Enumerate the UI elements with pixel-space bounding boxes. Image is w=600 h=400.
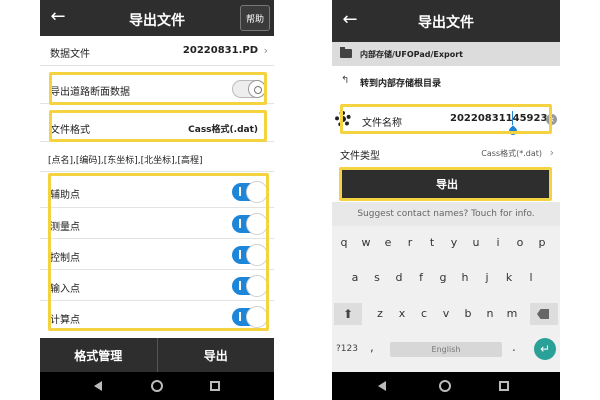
file-name-row: 文件名称 20220831145923 × [332,105,560,137]
key[interactable]: g [434,267,452,289]
path-text: 内部存储/UFOPad/Export [360,50,463,59]
enter-icon[interactable]: ↵ [534,338,556,360]
point-type-row: 辅助点 [40,176,274,208]
chevron-right-icon: › [263,44,268,57]
key[interactable]: r [401,232,419,254]
field-order-text: [点名],[编码],[东坐标],[北坐标],[高程] [48,156,203,166]
point-type-row: 控制点 [40,239,274,270]
nav-recent-icon[interactable] [499,381,509,391]
file-type-label: 文件类型 [340,151,380,162]
bottom-action-bar: 格式管理 导出 [40,338,274,372]
key[interactable]: s [368,267,386,289]
export-button[interactable]: 导出 [158,338,275,372]
nav-recent-icon[interactable] [210,381,220,391]
key[interactable]: y [445,232,463,254]
point-type-toggle[interactable] [232,306,268,328]
right-phone-screen: ← 导出文件 内部存储/UFOPad/Export ↰ 转到内部存储根目录 文件… [332,0,560,400]
data-file-label: 数据文件 [50,49,90,60]
key[interactable]: f [412,267,430,289]
file-format-row[interactable]: 文件格式 Cass格式(.dat) › [40,112,274,142]
key[interactable]: n [481,303,499,325]
file-format-value: Cass格式(.dat) [188,125,258,135]
shift-icon[interactable]: ⬆ [334,303,362,325]
key[interactable]: p [533,232,551,254]
key[interactable]: e [379,232,397,254]
system-nav-bar [40,372,274,400]
point-type-toggle[interactable] [232,213,268,235]
file-type-row[interactable]: 文件类型 Cass格式(*.dat) › [332,140,560,168]
backspace-icon[interactable] [530,303,558,325]
format-manage-button[interactable]: 格式管理 [40,338,158,372]
point-type-label: 计算点 [50,315,80,326]
point-type-toggle[interactable] [232,275,268,297]
symbols-key[interactable]: ?123 [336,344,358,354]
point-type-label: 控制点 [50,253,80,264]
key[interactable]: a [346,267,364,289]
clear-icon[interactable]: × [546,114,557,125]
point-type-row: 计算点 [40,301,274,332]
point-type-label: 测量点 [50,222,80,233]
point-type-row: 测量点 [40,208,274,239]
point-type-label: 辅助点 [50,190,80,201]
point-type-label: 输入点 [50,284,80,295]
road-section-toggle[interactable] [232,80,266,98]
gear-icon [335,111,351,127]
chevron-right-icon: › [549,146,554,159]
key[interactable]: b [459,303,477,325]
road-section-row: 导出道路断面数据 [40,74,274,104]
suggestion-bar[interactable]: Suggest contact names? Touch for info. [332,202,560,226]
key[interactable]: i [489,232,507,254]
key[interactable]: q [335,232,353,254]
nav-home-icon[interactable] [439,380,451,392]
left-phone-screen: ← 导出文件 帮助 数据文件 20220831.PD › 导出道路断面数据 文件… [40,0,274,400]
export-button[interactable]: 导出 [342,170,552,198]
key[interactable]: z [371,303,389,325]
right-app-bar: ← 导出文件 [332,0,560,42]
key[interactable]: w [357,232,375,254]
file-type-value: Cass格式(*.dat) [481,149,542,158]
key[interactable]: u [467,232,485,254]
key[interactable]: x [393,303,411,325]
point-type-row: 输入点 [40,270,274,301]
point-type-toggle[interactable] [232,181,268,203]
key[interactable]: m [503,303,521,325]
data-file-value: 20220831.PD [182,45,258,56]
key[interactable]: d [390,267,408,289]
point-type-toggle[interactable] [232,244,268,266]
chevron-right-icon: › [263,120,268,133]
nav-home-icon[interactable] [151,380,163,392]
key[interactable]: c [415,303,433,325]
help-button[interactable]: 帮助 [240,5,270,31]
key[interactable]: k [500,267,518,289]
file-name-input[interactable]: 20220831145923 [450,113,547,124]
data-file-row[interactable]: 数据文件 20220831.PD › [40,36,274,66]
key[interactable]: l [522,267,540,289]
goto-root-row[interactable]: ↰ 转到内部存储根目录 [332,68,560,96]
dot-key[interactable]: . [512,340,516,354]
key[interactable]: o [511,232,529,254]
cursor-handle[interactable] [507,125,519,137]
file-format-label: 文件格式 [50,125,90,136]
key[interactable]: v [437,303,455,325]
file-name-label: 文件名称 [362,118,402,129]
up-arrow-icon: ↰ [341,75,350,86]
key[interactable]: j [478,267,496,289]
soft-keyboard: Suggest contact names? Touch for info. q… [332,202,560,372]
key[interactable]: h [456,267,474,289]
space-key[interactable]: English [390,342,502,357]
path-bar[interactable]: 内部存储/UFOPad/Export [332,42,560,66]
comma-key[interactable]: , [370,340,374,354]
field-order-row: [点名],[编码],[东坐标],[北坐标],[高程] [40,146,274,172]
page-title: 导出文件 [129,13,185,29]
road-section-label: 导出道路断面数据 [50,87,130,98]
key[interactable]: t [423,232,441,254]
system-nav-bar [332,372,560,400]
nav-back-icon[interactable] [378,381,386,391]
text-cursor [512,111,513,125]
nav-back-icon[interactable] [94,381,102,391]
left-app-bar: ← 导出文件 帮助 [40,0,274,36]
page-title: 导出文件 [418,15,474,31]
folder-icon [340,47,352,58]
goto-root-text: 转到内部存储根目录 [360,79,442,89]
